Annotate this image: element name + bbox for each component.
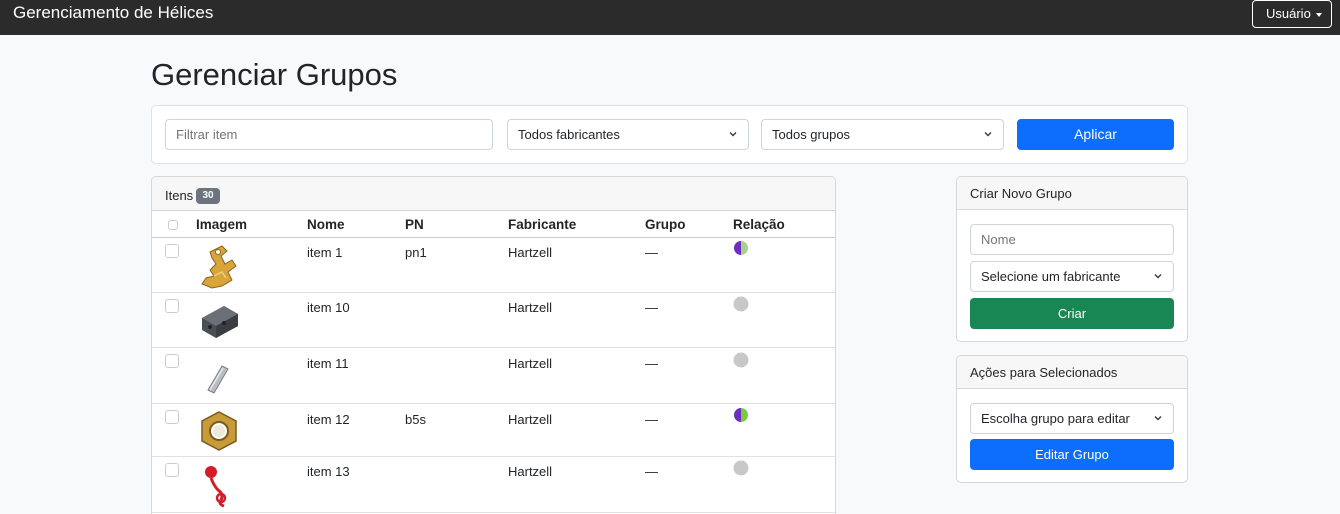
relation-indicator-icon	[734, 241, 748, 255]
manufacturer-filter-select[interactable]: Todos fabricantes	[507, 119, 749, 150]
user-menu-button[interactable]: Usuário	[1252, 0, 1332, 28]
item-group: —	[645, 356, 658, 371]
group-manufacturer-select[interactable]: Selecione um fabricante	[970, 261, 1174, 292]
row-checkbox[interactable]	[165, 410, 179, 424]
group-manufacturer-value: Selecione um fabricante	[981, 269, 1121, 284]
table-row[interactable]: item 13 Hartzell —	[152, 457, 835, 513]
group-filter-value: Todos grupos	[772, 127, 851, 142]
chevron-down-icon	[1316, 13, 1322, 17]
row-checkbox[interactable]	[165, 299, 179, 313]
column-header-pn[interactable]: PN	[405, 217, 424, 233]
item-name: item 10	[307, 300, 350, 315]
column-header-relation: Relação	[733, 217, 785, 232]
create-group-title: Criar Novo Grupo	[957, 177, 1187, 210]
apply-button[interactable]: Aplicar	[1017, 119, 1174, 150]
item-group: —	[645, 300, 658, 315]
item-group: —	[645, 412, 658, 427]
items-title: Itens	[165, 188, 194, 203]
group-name-input[interactable]	[970, 224, 1174, 255]
item-name: item 13	[307, 464, 350, 479]
app-title[interactable]: Gerenciamento de Hélices	[13, 3, 213, 23]
manufacturer-filter-value: Todos fabricantes	[518, 127, 620, 142]
column-header-manufacturer[interactable]: Fabricante	[508, 217, 576, 233]
table-row[interactable]: item 1 pn1 Hartzell —	[152, 238, 835, 293]
edit-group-select[interactable]: Escolha grupo para editar	[970, 403, 1174, 434]
bulk-actions-card: Ações para Selecionados Escolha grupo pa…	[956, 355, 1188, 483]
chevron-down-icon	[729, 132, 737, 137]
row-checkbox[interactable]	[165, 244, 179, 258]
item-group: —	[645, 245, 658, 260]
search-input[interactable]	[165, 119, 493, 150]
hex-nut-icon	[201, 411, 237, 451]
item-group: —	[645, 464, 658, 479]
filter-bar: Todos fabricantes Todos grupos Aplicar	[151, 105, 1188, 164]
column-header-name[interactable]: Nome	[307, 217, 345, 233]
relation-indicator-icon	[734, 408, 748, 422]
relation-indicator-icon	[733, 460, 749, 476]
item-name: item 1	[307, 245, 343, 260]
items-count-badge: 30	[196, 188, 220, 204]
metal-pin-icon	[207, 365, 229, 394]
item-pn: pn1	[405, 245, 427, 260]
user-menu-label: Usuário	[1266, 6, 1311, 21]
table-row[interactable]: item 12 b5s Hartzell —	[152, 404, 835, 457]
table-row[interactable]: item 10 Hartzell —	[152, 293, 835, 348]
chevron-down-icon	[1154, 416, 1162, 421]
table-row[interactable]: item 11 Hartzell —	[152, 348, 835, 404]
edit-group-button[interactable]: Editar Grupo	[970, 439, 1174, 470]
edit-group-value: Escolha grupo para editar	[981, 411, 1130, 426]
navbar: Gerenciamento de Hélices Usuário	[0, 0, 1340, 35]
column-header-group[interactable]: Grupo	[645, 217, 686, 233]
group-filter-select[interactable]: Todos grupos	[761, 119, 1004, 150]
item-name: item 11	[307, 356, 349, 371]
page-title: Gerenciar Grupos	[151, 57, 398, 92]
row-checkbox[interactable]	[165, 354, 179, 368]
item-manufacturer: Hartzell	[508, 464, 553, 479]
create-button[interactable]: Criar	[970, 298, 1174, 329]
column-header-image: Imagem	[196, 217, 248, 232]
relation-indicator-icon	[733, 352, 749, 368]
row-checkbox[interactable]	[165, 463, 179, 477]
item-manufacturer: Hartzell	[508, 412, 553, 427]
item-manufacturer: Hartzell	[508, 356, 553, 371]
relation-indicator-icon	[733, 296, 749, 312]
select-all-checkbox[interactable]	[168, 220, 178, 230]
gray-block-icon	[202, 306, 238, 338]
item-manufacturer: Hartzell	[508, 300, 553, 315]
create-group-card: Criar Novo Grupo Selecione um fabricante…	[956, 176, 1188, 342]
items-card: Itens 30 Imagem Nome PN Fabricante Grupo…	[151, 176, 836, 514]
chevron-down-icon	[1154, 274, 1162, 279]
chevron-down-icon	[984, 132, 992, 137]
red-cap-icon	[205, 466, 227, 508]
brass-bracket-icon	[201, 245, 237, 289]
item-name: item 12	[307, 412, 350, 427]
item-manufacturer: Hartzell	[508, 245, 553, 260]
bulk-actions-title: Ações para Selecionados	[957, 356, 1187, 389]
item-pn: b5s	[405, 412, 426, 427]
items-header: Itens 30	[152, 177, 835, 211]
